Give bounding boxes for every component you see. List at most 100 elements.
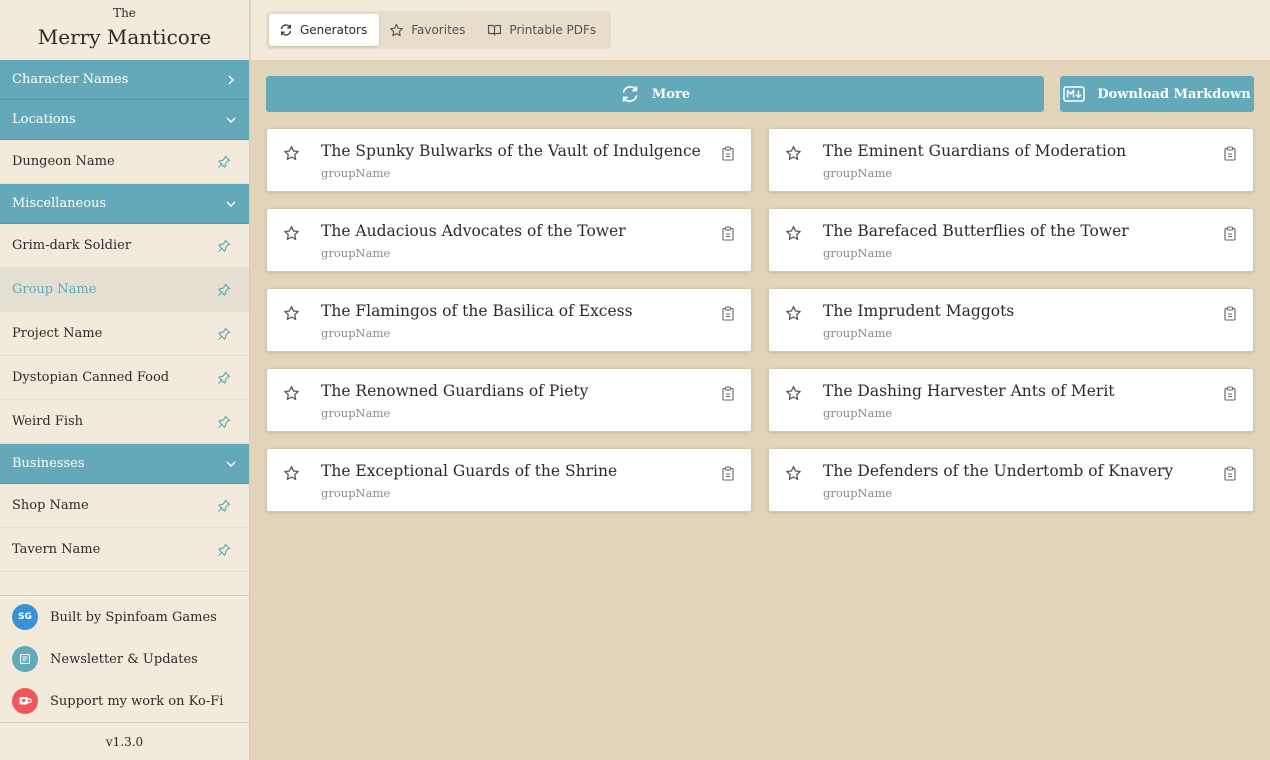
section-label: Businesses	[12, 456, 85, 471]
chevron-down-icon	[226, 201, 236, 207]
sidebar-item-weird-fish[interactable]: Weird Fish	[0, 400, 249, 444]
clipboard-icon[interactable]	[1224, 306, 1236, 321]
result-subtitle: groupName	[321, 326, 391, 340]
result-title: The Audacious Advocates of the Tower	[321, 222, 626, 240]
result-subtitle: groupName	[823, 406, 893, 420]
result-card[interactable]: The Exceptional Guards of the Shrine gro…	[266, 448, 752, 512]
chevron-down-icon	[226, 117, 236, 123]
result-title: The Flamingos of the Basilica of Excess	[321, 302, 633, 320]
tab-label: Generators	[300, 23, 368, 37]
result-card[interactable]: The Barefaced Butterflies of the Tower g…	[768, 208, 1254, 272]
star-icon[interactable]	[785, 465, 802, 482]
pin-icon[interactable]	[217, 154, 231, 169]
section-miscellaneous[interactable]: Miscellaneous	[0, 184, 249, 224]
sidebar-item-label: Tavern Name	[12, 542, 101, 557]
more-button[interactable]: More	[266, 76, 1044, 112]
result-subtitle: groupName	[823, 246, 893, 260]
star-icon[interactable]	[785, 145, 802, 162]
result-title: The Eminent Guardians of Moderation	[823, 142, 1127, 160]
clipboard-icon[interactable]	[722, 226, 734, 241]
spinfoam-badge: SG	[12, 604, 38, 630]
star-icon[interactable]	[785, 385, 802, 402]
result-title: The Renowned Guardians of Piety	[321, 382, 589, 400]
sidebar-item-label: Weird Fish	[12, 414, 84, 429]
result-card[interactable]: The Imprudent Maggots groupName	[768, 288, 1254, 352]
footer-link-label: Built by Spinfoam Games	[50, 609, 217, 625]
star-icon[interactable]	[283, 145, 300, 162]
tab-printable-pdfs[interactable]: Printable PDFs	[477, 14, 608, 46]
result-subtitle: groupName	[321, 246, 391, 260]
result-subtitle: groupName	[823, 326, 893, 340]
pin-icon[interactable]	[217, 326, 231, 341]
star-icon[interactable]	[785, 225, 802, 242]
result-subtitle: groupName	[321, 166, 391, 180]
pin-icon[interactable]	[217, 542, 231, 557]
star-icon[interactable]	[283, 225, 300, 242]
chevron-right-icon	[228, 75, 234, 84]
sidebar-item-label: Dystopian Canned Food	[12, 370, 170, 385]
pin-icon[interactable]	[217, 414, 231, 429]
sidebar-item-label: Shop Name	[12, 498, 89, 513]
star-icon[interactable]	[283, 465, 300, 482]
download-markdown-button[interactable]: Download Markdown	[1060, 76, 1254, 112]
result-card[interactable]: The Defenders of the Undertomb of Knaver…	[768, 448, 1254, 512]
sidebar-item-dystopian-canned-food[interactable]: Dystopian Canned Food	[0, 356, 249, 400]
sidebar-item-project-name[interactable]: Project Name	[0, 312, 249, 356]
section-locations[interactable]: Locations	[0, 100, 249, 140]
refresh-icon	[622, 85, 638, 103]
sidebar-item-shop-name[interactable]: Shop Name	[0, 484, 249, 528]
brand-prefix: The	[113, 6, 136, 20]
pin-icon[interactable]	[217, 282, 231, 297]
refresh-icon	[280, 24, 292, 36]
section-label: Character Names	[12, 72, 129, 87]
brand[interactable]: The Merry Manticore	[0, 0, 249, 60]
footer-link-label: Newsletter & Updates	[50, 651, 198, 667]
star-icon[interactable]	[283, 385, 300, 402]
star-icon[interactable]	[283, 305, 300, 322]
download-markdown-label: Download Markdown	[1097, 86, 1251, 102]
clipboard-icon[interactable]	[722, 306, 734, 321]
sidebar-item-grim-dark-soldier[interactable]: Grim-dark Soldier	[0, 224, 249, 268]
section-label: Miscellaneous	[12, 196, 107, 211]
result-subtitle: groupName	[321, 486, 391, 500]
result-title: The Imprudent Maggots	[823, 302, 1015, 320]
link-newsletter[interactable]: Newsletter & Updates	[0, 638, 249, 680]
book-icon	[488, 24, 502, 36]
clipboard-icon[interactable]	[722, 146, 734, 161]
clipboard-icon[interactable]	[722, 466, 734, 481]
result-title: The Exceptional Guards of the Shrine	[321, 462, 618, 480]
pin-icon[interactable]	[217, 238, 231, 253]
clipboard-icon[interactable]	[1224, 386, 1236, 401]
link-spinfoam-games[interactable]: SG Built by Spinfoam Games	[0, 596, 249, 638]
top-bar: Generators Favorites Printable PDFs	[251, 0, 1270, 60]
result-card[interactable]: The Flamingos of the Basilica of Excess …	[266, 288, 752, 352]
link-kofi[interactable]: Support my work on Ko-Fi	[0, 680, 249, 722]
markdown-icon	[1063, 86, 1086, 102]
tab-favorites[interactable]: Favorites	[379, 14, 477, 46]
newspaper-icon	[12, 646, 38, 672]
star-icon	[390, 23, 404, 36]
result-card[interactable]: The Renowned Guardians of Piety groupNam…	[266, 368, 752, 432]
clipboard-icon[interactable]	[1224, 226, 1236, 241]
clipboard-icon[interactable]	[722, 386, 734, 401]
sidebar-item-group-name[interactable]: Group Name	[0, 268, 249, 312]
clipboard-icon[interactable]	[1224, 466, 1236, 481]
tab-generators[interactable]: Generators	[269, 14, 380, 46]
result-card[interactable]: The Spunky Bulwarks of the Vault of Indu…	[266, 128, 752, 192]
section-businesses[interactable]: Businesses	[0, 444, 249, 484]
result-card[interactable]: The Dashing Harvester Ants of Merit grou…	[768, 368, 1254, 432]
result-subtitle: groupName	[823, 166, 893, 180]
result-card[interactable]: The Eminent Guardians of Moderation grou…	[768, 128, 1254, 192]
pin-icon[interactable]	[217, 498, 231, 513]
sidebar-item-label: Grim-dark Soldier	[12, 238, 132, 253]
section-character-names[interactable]: Character Names	[0, 60, 249, 100]
result-title: The Defenders of the Undertomb of Knaver…	[823, 462, 1174, 480]
clipboard-icon[interactable]	[1224, 146, 1236, 161]
result-card[interactable]: The Audacious Advocates of the Tower gro…	[266, 208, 752, 272]
sidebar-item-label: Project Name	[12, 326, 103, 341]
star-icon[interactable]	[785, 305, 802, 322]
sidebar-item-label: Dungeon Name	[12, 154, 115, 169]
pin-icon[interactable]	[217, 370, 231, 385]
sidebar-item-dungeon-name[interactable]: Dungeon Name	[0, 140, 249, 184]
sidebar-item-tavern-name[interactable]: Tavern Name	[0, 528, 249, 572]
